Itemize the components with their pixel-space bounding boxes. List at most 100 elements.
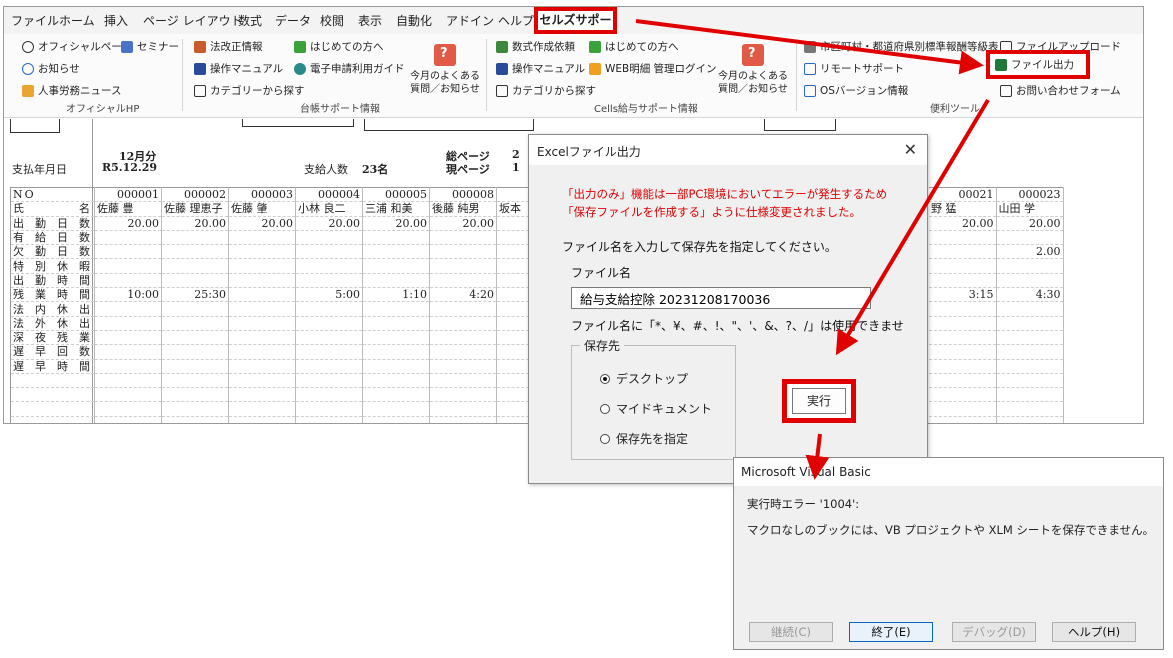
table-cell [94,230,162,246]
table-cell [228,373,296,389]
tab-cells-support[interactable]: セルズサポート [534,7,617,46]
manual-button-cells[interactable]: 操作マニュアル [496,61,585,76]
execute-button[interactable]: 実行 [792,388,846,414]
news-button[interactable]: お知らせ [22,61,80,76]
file-output-button[interactable]: ファイル出力 [986,50,1090,79]
e-application-guide-button[interactable]: 電子申請利用ガイド [294,61,405,76]
employee-name: 佐藤 理恵子 [161,201,229,217]
formula-request-button[interactable]: 数式作成依頼 [496,39,575,54]
filename-note: ファイル名に「*、¥、#、!、"、'、&、?、/」は使用できませ [571,319,904,333]
help-button[interactable]: ヘルプ(H) [1052,622,1136,642]
os-version-button[interactable]: OSバージョン情報 [804,83,908,98]
close-icon[interactable]: ✕ [904,140,917,159]
table-cell [94,258,162,274]
menu-help[interactable]: ヘルプ [498,12,534,29]
end-button[interactable]: 終了(E) [849,622,933,642]
ribbon-separator [486,39,487,111]
row-label: 欠勤日数 [10,244,95,260]
standard-salary-table-button[interactable]: 市区町村・都道府県別標準報酬等級表 [804,39,999,54]
beginner-button-cells[interactable]: はじめての方へ [589,39,679,54]
table-cell [929,387,997,403]
table-row: 残業時間 10:00 25:30 5:00 1:10 4:20 [10,287,564,303]
menu-automate[interactable]: 自動化 [396,12,432,29]
category-search-button[interactable]: カテゴリーから探す [194,83,305,98]
table-cell [295,344,363,360]
payroll-table-right: 00021 000023 野 猛山田 学 20.00 20.00 2.00 3:15 4:30 [929,186,1064,423]
table-cell [929,230,997,246]
menu-page-layout[interactable]: ページ レイアウト [143,12,243,29]
radio-custom-destination[interactable]: 保存先を指定 [600,430,688,447]
seminar-button[interactable]: セミナー [121,39,179,54]
table-cell [429,359,497,374]
table-cell [929,316,997,331]
radio-desktop[interactable]: デスクトップ [600,370,688,387]
table-cell [94,373,162,389]
table-row [929,316,1064,331]
table-cell [362,401,430,417]
table-cell [295,359,363,374]
table-cell [228,401,296,417]
debug-button[interactable]: デバッグ(D) [952,622,1036,642]
menu-file[interactable]: ファイル [11,12,59,29]
table-cell [996,387,1064,403]
table-cell [996,273,1064,289]
table-cell [996,359,1064,374]
table-cell: 25:30 [161,287,229,303]
hr-news-button[interactable]: 人事労務ニュース [22,83,121,98]
table-cell [362,301,430,317]
row-label: 遅早時間 [10,359,95,374]
table-cell [161,359,229,374]
faq-button-cells[interactable]: 今月のよくある 質問／お知らせ [715,44,791,96]
info-icon [22,62,34,75]
menu-review[interactable]: 校閲 [320,12,344,29]
employee-no: 000008 [429,186,497,203]
menu-insert[interactable]: 挿入 [104,12,128,29]
employee-no: 00021 [929,186,997,203]
menu-data[interactable]: データ [275,12,311,29]
table-cell [929,373,997,389]
row-label: 出勤日数 [10,216,95,231]
category-search-button-cells[interactable]: カテゴリから探す [496,83,596,98]
contact-form-button[interactable]: お問い合わせフォーム [1000,83,1121,98]
excel-file-output-dialog: Excelファイル出力 ✕ 「出力のみ」機能は一部PC環境においてエラーが発生す… [528,134,928,484]
ribbon: オフィシャルページ セミナー お知らせ 人事労務ニュース オフィシャルHP 法改… [4,34,1143,118]
table-row: 00021 000023 [929,186,1064,203]
table-cell [996,344,1064,360]
table-row: 20.00 20.00 [929,216,1064,231]
row-label [10,401,95,417]
table-cell [161,387,229,403]
table-cell [929,244,997,260]
gavel-icon [194,40,206,53]
table-row [929,373,1064,389]
table-cell [161,344,229,360]
table-cell [161,301,229,317]
remote-support-button[interactable]: リモートサポート [804,61,904,76]
continue-button[interactable]: 継続(C) [749,622,833,642]
table-cell [429,244,497,260]
beginner-mark-icon [294,40,306,53]
table-cell: 3:15 [929,287,997,303]
manual-button[interactable]: 操作マニュアル [194,61,283,76]
menu-home[interactable]: ホーム [59,12,95,29]
faq-button-ledger[interactable]: 今月のよくある 質問／お知らせ [407,44,483,96]
row-label: 遅早回数 [10,344,95,360]
table-cell [228,301,296,317]
web-icon [589,62,601,75]
table-row: 出勤時間 [10,273,564,289]
employee-no: 000004 [295,186,363,203]
menu-formulas[interactable]: 数式 [238,12,262,29]
table-cell [929,330,997,346]
beginner-button[interactable]: はじめての方へ [294,39,384,54]
law-revision-button[interactable]: 法改正情報 [194,39,263,54]
table-cell [362,387,430,403]
menu-addins[interactable]: アドイン [446,12,494,29]
radio-my-documents[interactable]: マイドキュメント [600,400,712,417]
menu-view[interactable]: 表示 [358,12,382,29]
filename-input[interactable] [571,287,871,309]
table-cell [295,273,363,289]
row-label [10,373,95,389]
official-page-button[interactable]: オフィシャルページ [22,39,132,54]
table-cell [161,330,229,346]
web-payslip-login-button[interactable]: WEB明細 管理ログイン [589,61,717,76]
grid-icon [496,40,508,53]
